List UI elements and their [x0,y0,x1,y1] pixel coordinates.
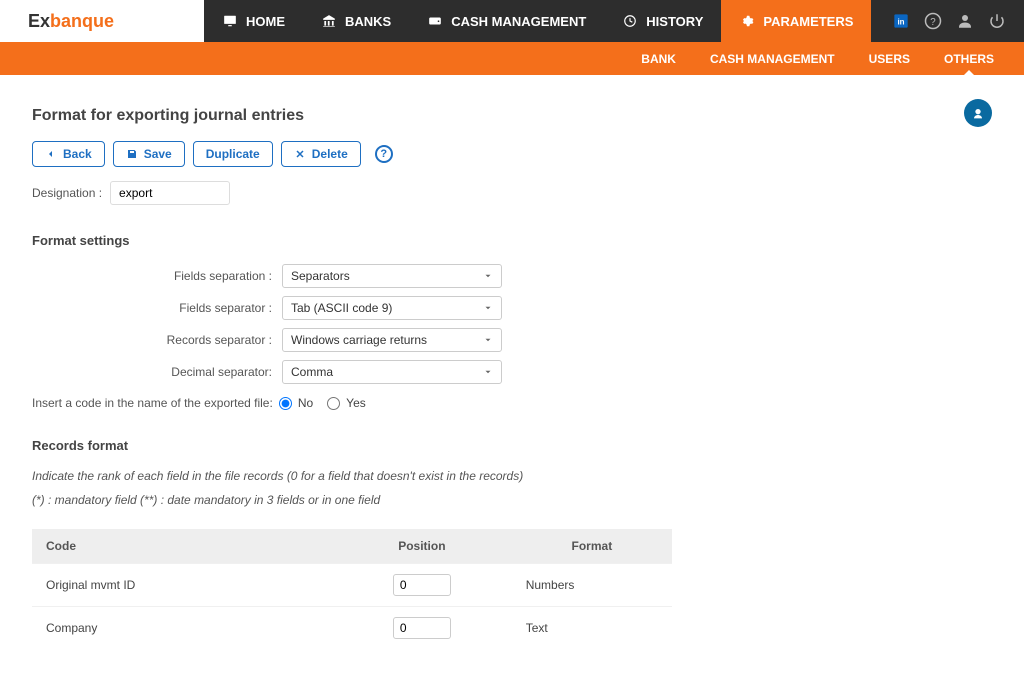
th-code: Code [32,529,332,564]
save-icon [126,148,138,160]
th-format: Format [512,529,672,564]
gear-icon [739,14,755,28]
page-title: Format for exporting journal entries [32,107,992,125]
table-row: Original mvmt ID Numbers [32,564,672,607]
user-icon[interactable] [956,12,974,30]
records-format-title: Records format [32,438,992,453]
fields-separation-label: Fields separation : [32,269,282,283]
records-separator-label: Records separator : [32,333,282,347]
subnav-bank[interactable]: BANK [641,52,676,66]
headset-icon [970,105,986,121]
cell-format: Numbers [512,564,672,607]
clock-icon [622,14,638,28]
support-avatar[interactable] [964,99,992,127]
designation-label: Designation : [32,186,102,200]
logo[interactable]: Exbanque [0,0,204,42]
instruction-mandatory: (*) : mandatory field (**) : date mandat… [32,493,992,507]
chevron-down-icon [483,367,493,377]
help-icon[interactable]: ? [924,12,942,30]
insert-code-no-label: No [298,396,313,410]
arrow-left-icon [45,148,57,160]
cell-format: Text [512,607,672,650]
nav-history[interactable]: HISTORY [604,0,721,42]
cell-code: Original mvmt ID [32,564,332,607]
insert-code-yes-label: Yes [346,396,366,410]
position-input[interactable] [393,574,451,596]
fields-separator-label: Fields separator : [32,301,282,315]
svg-text:in: in [897,17,904,26]
close-icon [294,148,306,160]
nav-cash-management[interactable]: CASH MANAGEMENT [409,0,604,42]
chevron-down-icon [483,335,493,345]
decimal-separator-select[interactable]: Comma [282,360,502,384]
help-button[interactable]: ? [375,145,393,163]
format-settings-title: Format settings [32,233,992,248]
duplicate-button[interactable]: Duplicate [193,141,273,167]
wallet-icon [427,14,443,28]
save-button[interactable]: Save [113,141,185,167]
subnav-users[interactable]: USERS [869,52,910,66]
nav-parameters[interactable]: PARAMETERS [721,0,871,42]
nav-banks[interactable]: BANKS [303,0,409,42]
subnav-cash-management[interactable]: CASH MANAGEMENT [710,52,835,66]
th-position: Position [332,529,512,564]
subnav-others[interactable]: OTHERS [944,52,994,66]
insert-code-yes-radio[interactable] [327,397,340,410]
logo-prefix: Ex [28,11,50,31]
table-row: Company Text [32,607,672,650]
insert-code-label: Insert a code in the name of the exporte… [32,396,279,410]
chevron-down-icon [483,271,493,281]
svg-text:?: ? [930,17,936,28]
fields-separator-select[interactable]: Tab (ASCII code 9) [282,296,502,320]
instruction-rank: Indicate the rank of each field in the f… [32,469,992,483]
linkedin-icon[interactable]: in [892,12,910,30]
back-button[interactable]: Back [32,141,105,167]
logo-suffix: banque [50,11,114,31]
power-icon[interactable] [988,12,1006,30]
decimal-separator-label: Decimal separator: [32,365,282,379]
nav-home[interactable]: HOME [204,0,303,42]
records-separator-select[interactable]: Windows carriage returns [282,328,502,352]
bank-icon [321,14,337,28]
position-input[interactable] [393,617,451,639]
designation-input[interactable] [110,181,230,205]
fields-separation-select[interactable]: Separators [282,264,502,288]
cell-code: Company [32,607,332,650]
insert-code-no-radio[interactable] [279,397,292,410]
monitor-icon [222,14,238,28]
chevron-down-icon [483,303,493,313]
delete-button[interactable]: Delete [281,141,361,167]
